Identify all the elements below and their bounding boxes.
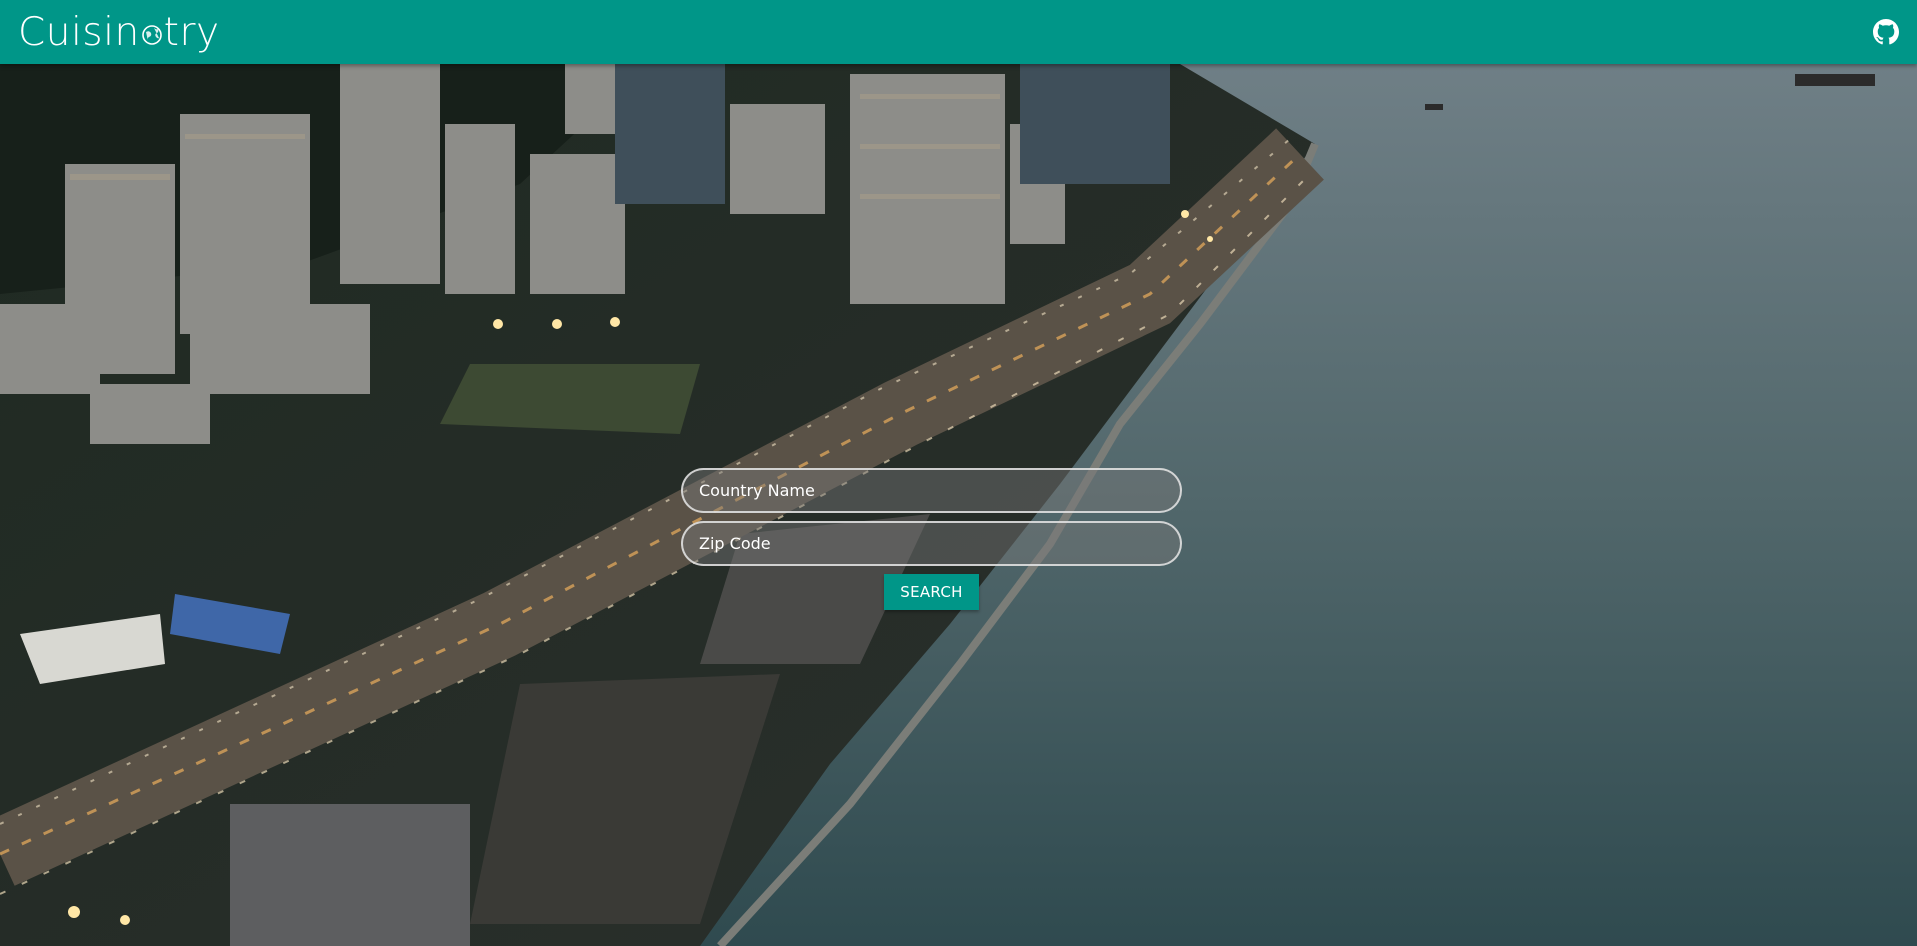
globe-icon [141, 25, 162, 45]
country-name-input[interactable] [681, 468, 1182, 513]
brand-text-end: try [163, 9, 220, 55]
button-row: SEARCH [681, 574, 1182, 610]
hero-section: SEARCH [0, 64, 1917, 946]
top-navbar: Cuisin try [0, 0, 1917, 64]
github-icon[interactable] [1873, 19, 1899, 45]
brand-logo[interactable]: Cuisin try [18, 13, 220, 52]
zip-code-input[interactable] [681, 521, 1182, 566]
search-button[interactable]: SEARCH [884, 574, 979, 610]
search-form: SEARCH [681, 468, 1182, 610]
brand-text-start: Cuisin [18, 9, 140, 55]
